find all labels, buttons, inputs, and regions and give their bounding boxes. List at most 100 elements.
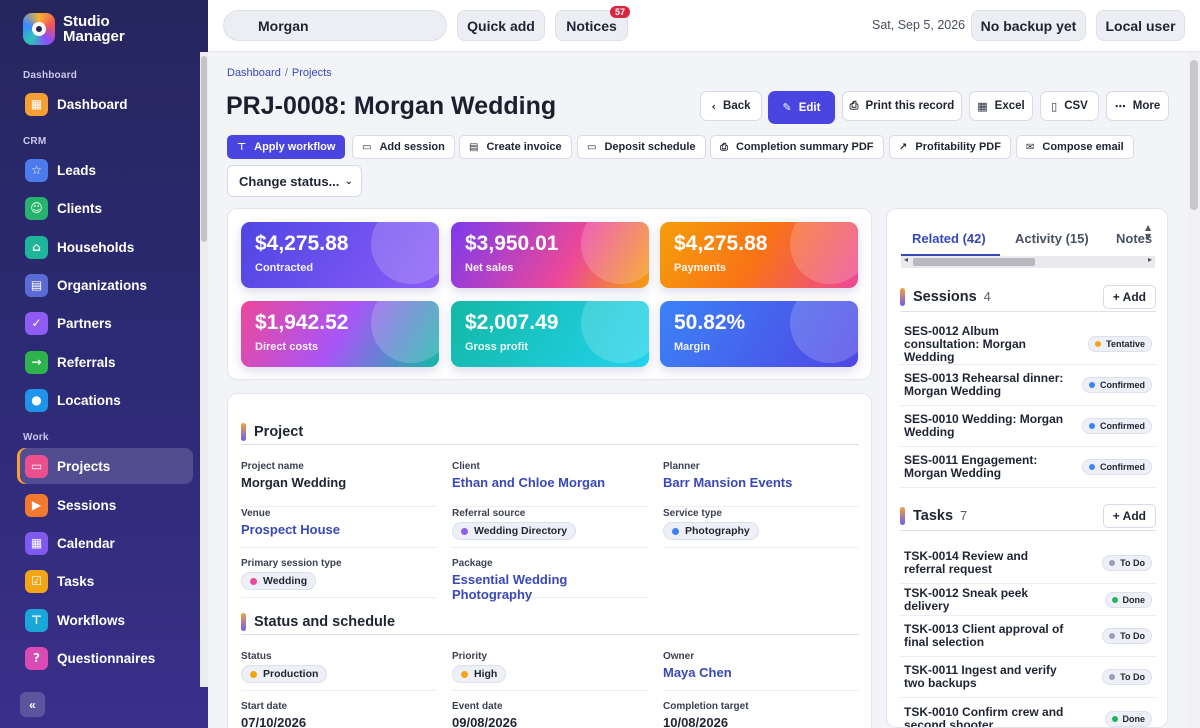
field-owner: Owner Maya Chen <box>663 651 859 691</box>
venue-link[interactable]: Prospect House <box>241 522 437 537</box>
stat-gross-profit: $2,007.49 Gross profit <box>451 301 649 367</box>
sidebar-item-tasks[interactable]: ☑ Tasks <box>17 563 193 599</box>
schedule-section-heading: Status and schedule <box>241 609 859 635</box>
collapse-sidebar-button[interactable]: « <box>20 692 45 717</box>
user-icon: ☺ <box>25 196 48 220</box>
sidebar-item-projects[interactable]: ▭ Projects <box>17 448 193 484</box>
list-item[interactable]: SES-0013 Rehearsal dinner: Morgan Weddin… <box>900 365 1156 406</box>
package-link[interactable]: Essential Wedding Photography <box>452 572 648 602</box>
add-task-button[interactable]: + Add <box>1102 504 1156 528</box>
sidebar-item-referrals[interactable]: → Referrals <box>17 344 193 380</box>
client-link[interactable]: Ethan and Chloe Morgan <box>452 475 648 490</box>
invoice-icon: ▤ <box>469 141 479 153</box>
list-item[interactable]: SES-0012 Album consultation: Morgan Wedd… <box>900 324 1156 365</box>
app-logo-icon <box>23 13 55 45</box>
sidebar-item-partners[interactable]: ✓ Partners <box>17 305 193 341</box>
field-referral-source: Referral source Wedding Directory <box>452 508 648 548</box>
excel-export-button[interactable]: ▦ Excel <box>969 91 1033 121</box>
sidebar-item-clients[interactable]: ☺ Clients <box>17 190 193 226</box>
referral-source-tag: Wedding Directory <box>452 522 577 540</box>
deposit-schedule-button[interactable]: ▭ Deposit schedule <box>577 135 706 159</box>
sidebar-item-calendar[interactable]: ▦ Calendar <box>17 525 193 561</box>
change-status-select[interactable]: Change status... ⌄ <box>227 165 362 197</box>
sidebar-item-dashboard[interactable]: ▦ Dashboard <box>17 86 193 122</box>
stat-margin: 50.82% Margin <box>660 301 858 367</box>
related-panel: Related (42) Activity (15) Notes ▲ ▼ ◂ ▸ … <box>886 208 1168 728</box>
breadcrumb-dashboard[interactable]: Dashboard <box>227 67 281 79</box>
pencil-icon: ✎ <box>782 101 792 114</box>
status-badge: Done <box>1104 591 1152 608</box>
scroll-right-icon[interactable]: ▸ <box>1148 255 1152 264</box>
completion-summary-pdf-button[interactable]: ⎙ Completion summary PDF <box>710 135 884 159</box>
status-badge: Done <box>1104 710 1152 727</box>
create-invoice-button[interactable]: ▤ Create invoice <box>459 135 572 159</box>
add-session-related-button[interactable]: + Add <box>1102 285 1156 309</box>
breadcrumb: Dashboard / Projects <box>227 67 332 79</box>
user-menu-button[interactable]: Local user <box>1096 10 1185 41</box>
field-primary-session-type: Primary session type Wedding <box>241 558 437 598</box>
sidebar-item-workflows[interactable]: ⊤ Workflows <box>17 602 193 638</box>
sidebar-item-locations[interactable]: ● Locations <box>17 382 193 418</box>
sidebar-item-households[interactable]: ⌂ Households <box>17 229 193 265</box>
more-button[interactable]: ⋯ More <box>1106 91 1169 121</box>
brand[interactable]: Studio Manager <box>23 13 125 45</box>
main-scrollbar[interactable] <box>1188 52 1200 728</box>
field-service-type: Service type Photography <box>663 508 859 548</box>
sidebar-item-leads[interactable]: ☆ Leads <box>17 152 193 188</box>
session-type-tag: Wedding <box>241 572 317 590</box>
compose-email-button[interactable]: ✉ Compose email <box>1016 135 1134 159</box>
list-item[interactable]: SES-0010 Wedding: Morgan Wedding Confirm… <box>900 406 1156 447</box>
table-icon: ▦ <box>977 99 988 113</box>
list-item[interactable]: SES-0011 Engagement: Morgan Wedding Conf… <box>900 447 1156 488</box>
sidebar-item-organizations[interactable]: ▤ Organizations <box>17 267 193 303</box>
list-item[interactable]: TSK-0010 Confirm crew and second shooter… <box>900 698 1156 727</box>
sidebar: Studio Manager Dashboard ▦ Dashboard CRM… <box>0 0 208 728</box>
stat-payments: $4,275.88 Payments <box>660 222 858 288</box>
ellipsis-icon: ⋯ <box>1114 99 1126 113</box>
service-type-tag: Photography <box>663 522 759 540</box>
back-button[interactable]: ‹ Back <box>700 91 762 121</box>
current-date: Sat, Sep 5, 2026 <box>872 18 966 32</box>
sidebar-scrollbar[interactable] <box>200 52 208 687</box>
list-item[interactable]: TSK-0011 Ingest and verify two backups T… <box>900 657 1156 698</box>
field-client: Client Ethan and Chloe Morgan <box>452 461 648 507</box>
stat-contracted: $4,275.88 Contracted <box>241 222 439 288</box>
quick-add-button[interactable]: Quick add <box>457 10 545 41</box>
tab-activity[interactable]: Activity (15) <box>1015 231 1089 246</box>
breadcrumb-projects[interactable]: Projects <box>292 67 332 79</box>
sidebar-item-label: Partners <box>57 315 112 331</box>
apply-workflow-button[interactable]: ⊤ Apply workflow <box>227 135 346 159</box>
app-name: Studio Manager <box>63 13 125 45</box>
csv-export-button[interactable]: ▯ CSV <box>1040 91 1099 121</box>
scroll-left-icon[interactable]: ◂ <box>904 255 908 264</box>
pin-icon: ● <box>25 388 48 412</box>
add-session-button[interactable]: ▭ Add session <box>352 135 455 159</box>
profitability-pdf-button[interactable]: ↗ Profitability PDF <box>889 135 1011 159</box>
sidebar-item-label: Households <box>57 239 135 255</box>
print-record-button[interactable]: ⎙ Print this record <box>842 91 962 121</box>
grid-icon: ▦ <box>25 92 48 116</box>
list-item[interactable]: TSK-0013 Client approval of final select… <box>900 616 1156 657</box>
money-icon: ▭ <box>587 141 597 153</box>
sidebar-item-sessions[interactable]: ▶ Sessions <box>17 487 193 523</box>
search-input[interactable]: Morgan <box>223 10 447 41</box>
backup-status-button[interactable]: No backup yet <box>971 10 1086 41</box>
notices-button[interactable]: Notices 57 <box>555 6 630 41</box>
tab-related[interactable]: Related (42) <box>912 231 986 246</box>
list-item[interactable]: TSK-0012 Sneak peek delivery Done <box>900 584 1156 616</box>
edit-button[interactable]: ✎ Edit <box>768 91 835 124</box>
list-item[interactable]: TSK-0014 Review and referral request To … <box>900 543 1156 584</box>
owner-link[interactable]: Maya Chen <box>663 665 859 680</box>
planner-link[interactable]: Barr Mansion Events <box>663 475 859 490</box>
status-badge: To Do <box>1102 628 1152 644</box>
status-badge: Tentative <box>1088 336 1152 352</box>
chevron-down-icon: ⌄ <box>344 175 353 187</box>
printer-icon: ⎙ <box>849 99 859 112</box>
field-start-date: Start date 07/10/2026 <box>241 701 307 728</box>
status-badge: To Do <box>1102 555 1152 571</box>
tabs-scrollbar[interactable]: ◂ ▸ <box>901 255 1155 268</box>
project-details-card: Project Project name Morgan Wedding Clie… <box>227 393 872 728</box>
trend-icon: ↗ <box>899 141 908 153</box>
sidebar-item-questionnaires[interactable]: ? Questionnaires <box>17 640 193 676</box>
tabs-scroll-arrows[interactable]: ▲ ▼ <box>1145 223 1151 241</box>
